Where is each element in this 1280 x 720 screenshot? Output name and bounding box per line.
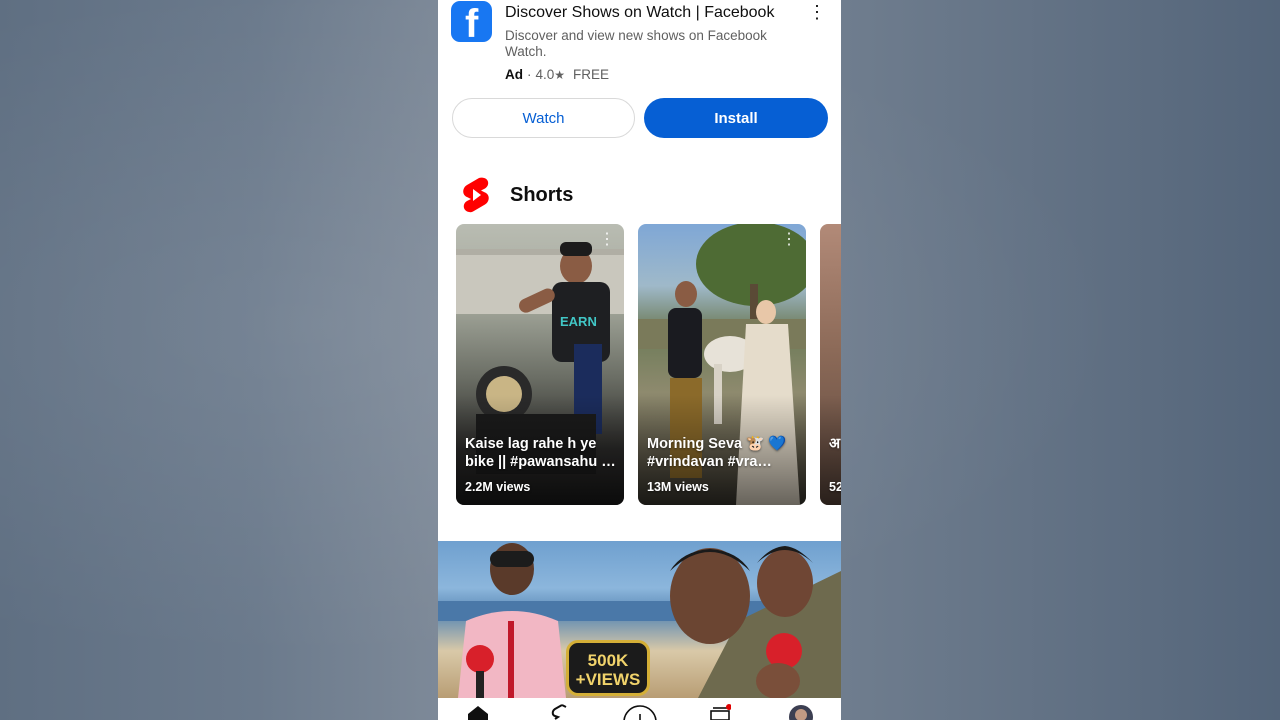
ad-meta: Ad · 4.0★ FREE — [505, 67, 609, 83]
shorts-title: Shorts — [510, 184, 574, 206]
profile-avatar[interactable] — [788, 704, 814, 720]
short-title: Kaise lag rahe h ye bike || #pawansahu … — [465, 436, 616, 470]
home-icon[interactable] — [467, 704, 489, 720]
shorts-logo-icon — [463, 177, 489, 213]
views-badge: 500K +VIEWS — [566, 640, 650, 696]
ad-rating: 4.0 — [535, 67, 555, 82]
short-views: 13M views — [647, 480, 709, 494]
short-views: 52… — [829, 480, 841, 494]
watch-button[interactable]: Watch — [452, 98, 635, 138]
short-views: 2.2M views — [465, 480, 531, 494]
short-title: Morning Seva 🐮 💙 #vrindavan #vra… — [647, 436, 787, 470]
bottom-navigation — [438, 698, 841, 720]
badge-count: 500K — [587, 651, 629, 670]
youtube-mobile-screen: f Discover Shows on Watch | Facebook ⋮ D… — [438, 0, 841, 720]
facebook-logo-icon[interactable]: f — [451, 1, 492, 42]
star-icon: ★ — [554, 68, 566, 82]
ad-description: Discover and view new shows on Facebook … — [505, 28, 767, 59]
svg-text:EARN: EARN — [560, 314, 597, 329]
install-button[interactable]: Install — [644, 98, 828, 138]
more-options-icon[interactable]: ⋮ — [781, 232, 797, 248]
badge-label: +VIEWS — [575, 670, 641, 689]
create-icon[interactable] — [622, 704, 658, 720]
short-title: अ #… — [829, 436, 841, 452]
ad-badge: Ad — [505, 67, 523, 82]
subscriptions-icon[interactable] — [709, 704, 731, 720]
more-options-icon[interactable]: ⋮ — [807, 2, 827, 24]
ad-price: FREE — [573, 67, 610, 82]
separator-dot: · — [527, 67, 532, 82]
short-card[interactable]: ⋮ Morning Seva 🐮 💙 #vrindavan #vra… 13M … — [638, 224, 806, 505]
short-card[interactable]: EARN ⋮ Kaise lag rahe h ye bike || #pawa… — [456, 224, 624, 505]
ad-title[interactable]: Discover Shows on Watch | Facebook — [505, 3, 795, 23]
shorts-icon[interactable] — [549, 704, 571, 720]
more-options-icon[interactable]: ⋮ — [599, 232, 615, 248]
video-thumbnail[interactable]: 500K +VIEWS — [438, 541, 841, 698]
short-card[interactable]: अ #… 52… — [820, 224, 841, 505]
